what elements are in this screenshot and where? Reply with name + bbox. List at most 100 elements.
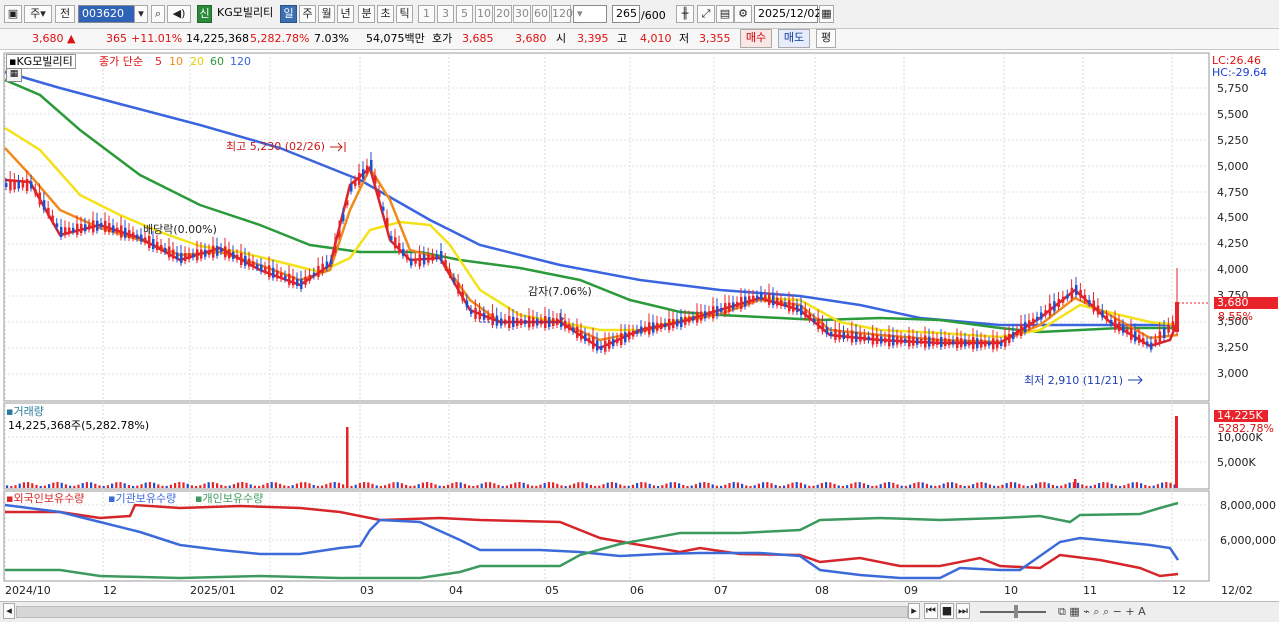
- candle-body: [700, 311, 703, 321]
- speaker-icon[interactable]: ◀): [167, 5, 191, 23]
- volume-bar: [144, 482, 147, 488]
- candle-body: [952, 340, 955, 345]
- volume-bar: [186, 483, 189, 488]
- interval-30[interactable]: 30: [513, 5, 531, 23]
- code-dropdown-icon[interactable]: ▾: [134, 5, 148, 23]
- candle-body: [968, 340, 971, 346]
- volume-bar: [69, 485, 72, 488]
- volume-bar: [358, 483, 361, 488]
- volume-panel-value: 14,225,368주(5,282.78%): [8, 419, 150, 432]
- interval-1[interactable]: 1: [418, 5, 435, 23]
- timeframe-week[interactable]: 주: [299, 5, 316, 23]
- candle-body: [252, 261, 255, 268]
- stock-code-input[interactable]: 003620: [78, 5, 136, 23]
- timeframe-year[interactable]: 년: [337, 5, 354, 23]
- interval-20[interactable]: 20: [494, 5, 512, 23]
- candle-body: [708, 311, 711, 317]
- volume-bar: [337, 482, 340, 488]
- interval-3[interactable]: 3: [437, 5, 454, 23]
- candle-body: [924, 335, 927, 348]
- interval-custom-select[interactable]: ▾: [573, 5, 607, 23]
- window-menu-icon[interactable]: ▣: [4, 5, 22, 23]
- grid-icon[interactable]: ▦: [6, 68, 22, 82]
- interval-5[interactable]: 5: [456, 5, 473, 23]
- candle-body: [1158, 331, 1162, 344]
- interval-120[interactable]: 120: [551, 5, 573, 23]
- candle-body: [696, 311, 699, 323]
- timeframe-second[interactable]: 초: [377, 5, 394, 23]
- interval-10[interactable]: 10: [475, 5, 493, 23]
- candle-body: [418, 254, 422, 267]
- volume-bar: [157, 484, 160, 488]
- timeframe-day[interactable]: 일: [280, 5, 297, 23]
- candle-body: [1150, 342, 1153, 350]
- candle-body: [684, 316, 687, 325]
- x-tick: 06: [630, 584, 644, 597]
- draw-tools-icon[interactable]: ⤢: [697, 5, 715, 23]
- zoom-slider[interactable]: [980, 611, 1046, 613]
- timeframe-tick[interactable]: 틱: [396, 5, 413, 23]
- volume-bar: [657, 485, 660, 488]
- candle-body: [120, 225, 123, 238]
- sell-button[interactable]: 매도: [778, 29, 810, 48]
- timeframe-minute[interactable]: 분: [358, 5, 375, 23]
- scroll-track[interactable]: [16, 606, 908, 618]
- volume-bar: [1119, 485, 1122, 488]
- price-panel-title[interactable]: ▪KG모빌리티: [6, 54, 76, 69]
- y-tick-price: 4,500: [1217, 211, 1249, 224]
- search-icon[interactable]: ⌕: [151, 5, 165, 23]
- zoom-slider-handle[interactable]: [1014, 605, 1018, 618]
- candle-body: [80, 224, 83, 233]
- bar-count-input[interactable]: 265: [612, 5, 640, 23]
- candle-body: [1057, 299, 1060, 307]
- settings-gear-icon[interactable]: ⚙: [734, 5, 752, 23]
- rewind-icon[interactable]: ⏮: [924, 603, 938, 619]
- layout-icons[interactable]: ⧉ ▦ ⌁ ⌕ ⌕ − + A: [1058, 605, 1146, 618]
- candle-body: [804, 309, 807, 318]
- candle-body: [300, 279, 303, 289]
- x-tick: 08: [815, 584, 829, 597]
- scroll-right-icon[interactable]: ▸: [908, 603, 920, 619]
- calendar-icon[interactable]: ▦: [819, 5, 834, 23]
- volume-bar: [1047, 483, 1050, 488]
- period-kind-select[interactable]: 전: [55, 5, 75, 23]
- volume-bar: [518, 482, 521, 488]
- timeframe-month[interactable]: 월: [318, 5, 335, 23]
- volume-bar: [930, 485, 933, 488]
- forward-icon[interactable]: ⏭: [956, 603, 970, 619]
- candle-body: [292, 276, 295, 286]
- evaluate-button[interactable]: 평: [816, 29, 836, 48]
- candle-body: [776, 297, 779, 306]
- volume-bar: [871, 485, 874, 488]
- volume-bar: [73, 485, 76, 488]
- volume-bar: [640, 482, 643, 488]
- volume-bar: [409, 485, 412, 488]
- candle-body: [592, 336, 595, 349]
- candle-body: [422, 254, 426, 265]
- volume-bar: [98, 485, 101, 488]
- stop-icon[interactable]: ■: [940, 603, 954, 619]
- buy-button[interactable]: 매수: [740, 29, 772, 48]
- candle-body: [470, 310, 473, 314]
- x-tick: 03: [360, 584, 374, 597]
- volume-bar: [283, 485, 286, 488]
- candle-body: [821, 322, 824, 332]
- ma20-label: 20: [190, 55, 204, 68]
- stock-chart[interactable]: [0, 50, 1279, 601]
- y-tick-price: 4,750: [1217, 186, 1249, 199]
- current-price: 3,680 ▲: [32, 32, 76, 45]
- candle-body: [850, 330, 854, 343]
- date-input[interactable]: 2025/12/02: [754, 5, 821, 23]
- scroll-left-icon[interactable]: ◂: [3, 603, 15, 619]
- market-select[interactable]: 주▾: [24, 5, 52, 23]
- volume-bar: [526, 484, 529, 488]
- candle-body: [744, 296, 747, 307]
- interval-60[interactable]: 60: [532, 5, 550, 23]
- candle-body: [904, 338, 907, 343]
- volume-bar: [678, 483, 681, 488]
- candle-type-icon[interactable]: ╫: [676, 5, 694, 23]
- volume-bar: [988, 484, 991, 488]
- volume-bar: [955, 483, 958, 488]
- ma60-label: 60: [210, 55, 224, 68]
- save-icon[interactable]: ▤: [716, 5, 734, 23]
